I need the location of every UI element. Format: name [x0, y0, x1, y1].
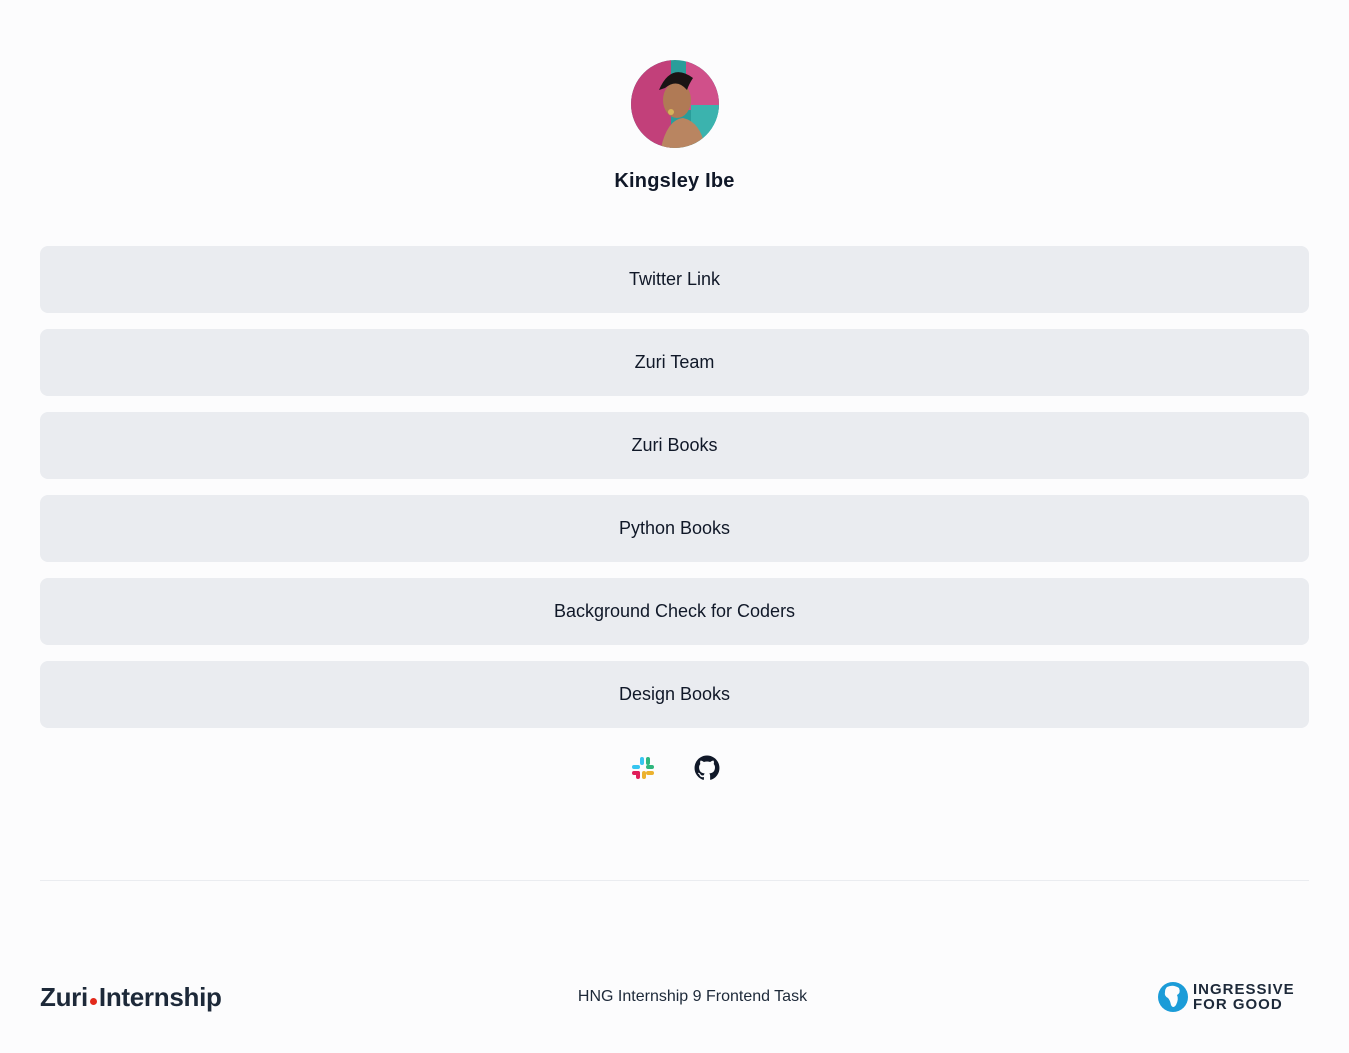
slack-icon[interactable]: [631, 756, 655, 780]
profile-photo-image: [631, 60, 719, 148]
twitter-link-button[interactable]: Twitter Link: [40, 246, 1309, 313]
background-check-button[interactable]: Background Check for Coders: [40, 578, 1309, 645]
design-books-button[interactable]: Design Books: [40, 661, 1309, 728]
link-list: Twitter Link Zuri Team Zuri Books Python…: [40, 246, 1309, 744]
footer-task-text: HNG Internship 9 Frontend Task: [577, 988, 808, 1005]
github-icon[interactable]: [694, 755, 720, 781]
footer-divider: [40, 880, 1309, 881]
ingressive-for-good-logo[interactable]: INGRESSIVE FOR GOOD: [1157, 980, 1295, 1014]
social-icons: [0, 754, 1349, 782]
profile-name: Kingsley Ibe: [614, 170, 735, 192]
python-books-button[interactable]: Python Books: [40, 495, 1309, 562]
ingressive-line-1: INGRESSIVE: [1193, 981, 1295, 998]
globe-icon: [1158, 982, 1188, 1012]
zuri-team-button[interactable]: Zuri Team: [40, 329, 1309, 396]
ingressive-line-2: FOR GOOD: [1193, 996, 1283, 1013]
ingressive-text: INGRESSIVE FOR GOOD: [1193, 982, 1295, 1012]
avatar[interactable]: [631, 60, 719, 148]
zuri-books-button[interactable]: Zuri Books: [40, 412, 1309, 479]
